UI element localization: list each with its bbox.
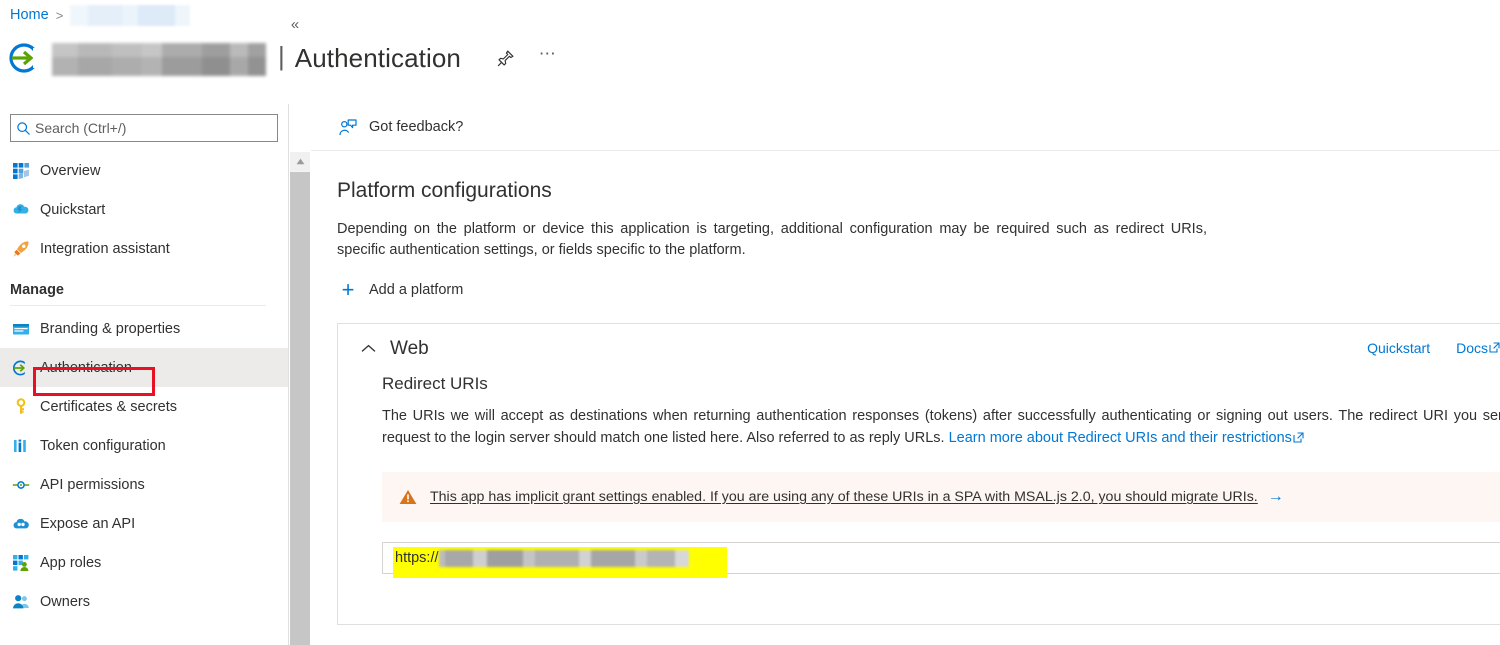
sidebar-item-branding-properties[interactable]: Branding & properties [0,309,288,348]
sidebar-divider [10,305,266,306]
api-permissions-icon [10,474,32,496]
sidebar-item-label: Branding & properties [40,320,181,337]
add-a-platform-button[interactable]: + Add a platform [337,277,464,302]
search-box[interactable] [10,114,278,142]
collapse-sidebar-button[interactable]: « [284,14,306,34]
page-title-row: | Authentication ⋯ [8,34,559,82]
authentication-icon [10,357,32,379]
sidebar-item-label: Token configuration [40,437,166,454]
web-card-links: Quickstart Docs [1367,340,1500,356]
platform-configurations-heading: Platform configurations [337,179,552,202]
title-separator: | [278,41,285,71]
sidebar-item-token-configuration[interactable]: Token configuration [0,426,288,465]
plus-icon: + [341,277,355,302]
got-feedback-button[interactable]: Got feedback? [337,117,463,137]
sidebar-item-label: API permissions [40,476,145,493]
owners-people-icon [10,591,32,613]
search-icon [11,121,35,136]
platform-configurations-description: Depending on the platform or device this… [337,221,1207,258]
web-card-title: Web [390,338,429,359]
web-card-body: Redirect URIs The URIs we will accept as… [338,374,1500,582]
sidebar-item-label: Overview [40,162,101,179]
implicit-grant-warning-text[interactable]: This app has implicit grant settings ena… [430,489,1258,505]
sidebar-group-manage: Manage [10,282,64,298]
platform-configurations-section: Platform configurations Depending on the… [311,151,1500,625]
expose-api-cloud-icon [10,513,32,535]
app-name-redacted [52,43,266,76]
sidebar-item-authentication[interactable]: Authentication [0,348,288,387]
external-link-icon [1293,429,1304,451]
breadcrumb-home-link[interactable]: Home [10,7,49,23]
sidebar-item-label: Quickstart [40,201,106,218]
redirect-uris-heading: Redirect URIs [382,374,488,393]
redirect-description-text: The URIs we will accept as destinations … [382,408,1500,446]
sidebar-item-integration-assistant[interactable]: Integration assistant [0,229,288,268]
warning-triangle-icon [398,488,418,506]
overview-grid-icon [10,160,32,182]
redirect-uri-row: https:// [382,542,1500,582]
warning-arrow-icon[interactable]: → [1268,489,1284,505]
token-bars-icon [10,435,32,457]
page-title: Authentication [294,42,461,73]
sidebar-item-quickstart[interactable]: Quickstart [0,190,288,229]
redirect-uris-learn-more-link[interactable]: Learn more about Redirect URIs and their… [949,430,1292,446]
docs-link-wrapper[interactable]: Docs [1456,340,1500,356]
quickstart-link[interactable]: Quickstart [1367,340,1430,356]
rocket-icon [10,238,32,260]
breadcrumb: Home > [10,3,191,27]
branding-icon [10,318,32,340]
breadcrumb-separator: > [55,7,64,23]
got-feedback-label: Got feedback? [369,119,464,135]
main-content: Got feedback? Platform configurations De… [311,104,1500,645]
more-options-icon[interactable]: ⋯ [537,43,559,74]
chevron-up-icon[interactable] [358,339,378,359]
key-icon [10,396,32,418]
app-roles-icon [10,552,32,574]
sidebar-item-label: Owners [40,593,90,610]
sidebar-item-label: App roles [40,554,102,571]
web-platform-card: Web Quickstart Docs Redirect URIs The UR… [337,323,1500,625]
redirect-uri-redacted [438,549,689,567]
web-card-header: Web Quickstart Docs [338,324,1500,374]
feedback-person-icon [337,117,359,137]
sidebar-item-app-roles[interactable]: App roles [0,543,288,582]
sidebar-scrollbar[interactable] [290,152,310,645]
sidebar-item-expose-an-api[interactable]: Expose an API [0,504,288,543]
scrollbar-thumb[interactable] [290,172,310,645]
sidebar-item-label: Integration assistant [40,240,170,257]
sidebar-item-label: Authentication [40,359,132,376]
sidebar-item-label: Expose an API [40,515,136,532]
sidebar-item-label: Certificates & secrets [40,398,177,415]
breadcrumb-redacted-item[interactable] [70,4,191,26]
sidebar-primary-list: Overview Quickstart Integration assistan… [0,151,288,621]
external-link-icon [1489,340,1500,356]
command-bar: Got feedback? [311,104,1500,151]
sidebar-item-certificates-secrets[interactable]: Certificates & secrets [0,387,288,426]
sidebar-item-owners[interactable]: Owners [0,582,288,621]
implicit-grant-warning-banner[interactable]: This app has implicit grant settings ena… [382,472,1500,522]
sidebar-item-api-permissions[interactable]: API permissions [0,465,288,504]
app-registration-icon [8,40,44,76]
pin-icon[interactable] [495,47,517,69]
add-a-platform-label: Add a platform [369,282,464,298]
redirect-uri-value: https:// [395,550,439,566]
sidebar: Overview Quickstart Integration assi [0,104,289,645]
quickstart-cloud-icon [10,199,32,221]
sidebar-item-overview[interactable]: Overview [0,151,288,190]
redirect-uri-field[interactable]: https:// [382,542,1500,578]
search-input[interactable] [35,120,277,136]
scrollbar-up-arrow-icon[interactable] [290,152,310,171]
redirect-uris-description: The URIs we will accept as destinations … [382,406,1500,450]
docs-link[interactable]: Docs [1456,340,1488,356]
